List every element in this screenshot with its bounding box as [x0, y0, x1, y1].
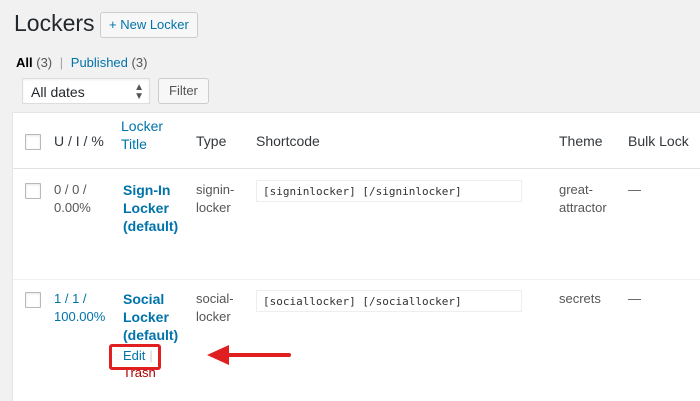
type-line: locker: [196, 309, 231, 324]
title-line: Locker: [123, 309, 169, 325]
table-row: 1 / 1 / 100.00% Social Locker (default) …: [13, 280, 700, 401]
row-title-link[interactable]: Social Locker (default): [123, 290, 178, 344]
column-title-line: Locker: [121, 118, 164, 134]
date-filter-value: All dates: [31, 84, 85, 100]
select-arrows-icon: ▲ ▼: [134, 82, 144, 102]
title-line: (default): [123, 218, 179, 234]
row-stats: 0 / 0 / 0.00%: [54, 181, 91, 217]
page-title: Lockers: [14, 10, 95, 36]
column-title-line: Title: [121, 136, 147, 152]
stats-line: 1 / 1 /: [54, 291, 87, 306]
view-published-count: (3): [131, 55, 148, 70]
row-theme: secrets: [559, 291, 601, 306]
row-stats[interactable]: 1 / 1 / 100.00%: [54, 290, 105, 326]
column-locker-title[interactable]: Locker Title: [121, 117, 163, 153]
status-views: All (3) | Published (3): [16, 55, 147, 70]
table-row: 0 / 0 / 0.00% Sign-In Locker (default) s…: [13, 169, 700, 280]
stats-line: 0 / 0 /: [54, 182, 87, 197]
view-all[interactable]: All: [16, 55, 33, 70]
row-theme: great- attractor: [559, 181, 607, 217]
type-line: signin-: [196, 182, 235, 197]
row-checkbox[interactable]: [25, 292, 41, 308]
title-line: Social: [123, 291, 165, 307]
type-line: locker: [196, 200, 231, 215]
row-type: signin- locker: [196, 181, 234, 217]
filter-button[interactable]: Filter: [158, 78, 209, 104]
view-separator: |: [59, 55, 64, 70]
column-type: Type: [196, 133, 227, 149]
type-line: social-: [196, 291, 234, 306]
theme-line: attractor: [559, 200, 607, 215]
shortcode-field[interactable]: [signinlocker] [/signinlocker]: [256, 180, 522, 202]
theme-line: great-: [559, 182, 593, 197]
column-bulk-lock: Bulk Lock: [628, 133, 689, 149]
title-line: Locker: [123, 200, 169, 216]
shortcode-field[interactable]: [sociallocker] [/sociallocker]: [256, 290, 522, 312]
row-title-link[interactable]: Sign-In Locker (default): [123, 181, 178, 235]
table-header: U / I / % Locker Title Type Shortcode Th…: [13, 113, 700, 169]
column-stats: U / I / %: [54, 133, 104, 149]
stats-line: 0.00%: [54, 200, 91, 215]
select-all-checkbox[interactable]: [25, 134, 41, 150]
add-new-locker-button[interactable]: + New Locker: [100, 12, 198, 38]
view-all-count: (3): [36, 55, 53, 70]
column-theme: Theme: [559, 133, 603, 149]
view-published[interactable]: Published: [71, 55, 128, 70]
edit-highlight-box: [109, 344, 161, 370]
annotation-arrow-icon: [207, 345, 291, 365]
row-checkbox[interactable]: [25, 183, 41, 199]
date-filter-select[interactable]: All dates ▲ ▼: [22, 78, 150, 104]
column-shortcode: Shortcode: [256, 133, 320, 149]
title-line: (default): [123, 327, 179, 343]
stats-line: 100.00%: [54, 309, 106, 324]
row-type: social- locker: [196, 290, 234, 326]
title-line: Sign-In: [123, 182, 171, 198]
row-bulk-lock: —: [628, 182, 641, 197]
row-bulk-lock: —: [628, 291, 641, 306]
